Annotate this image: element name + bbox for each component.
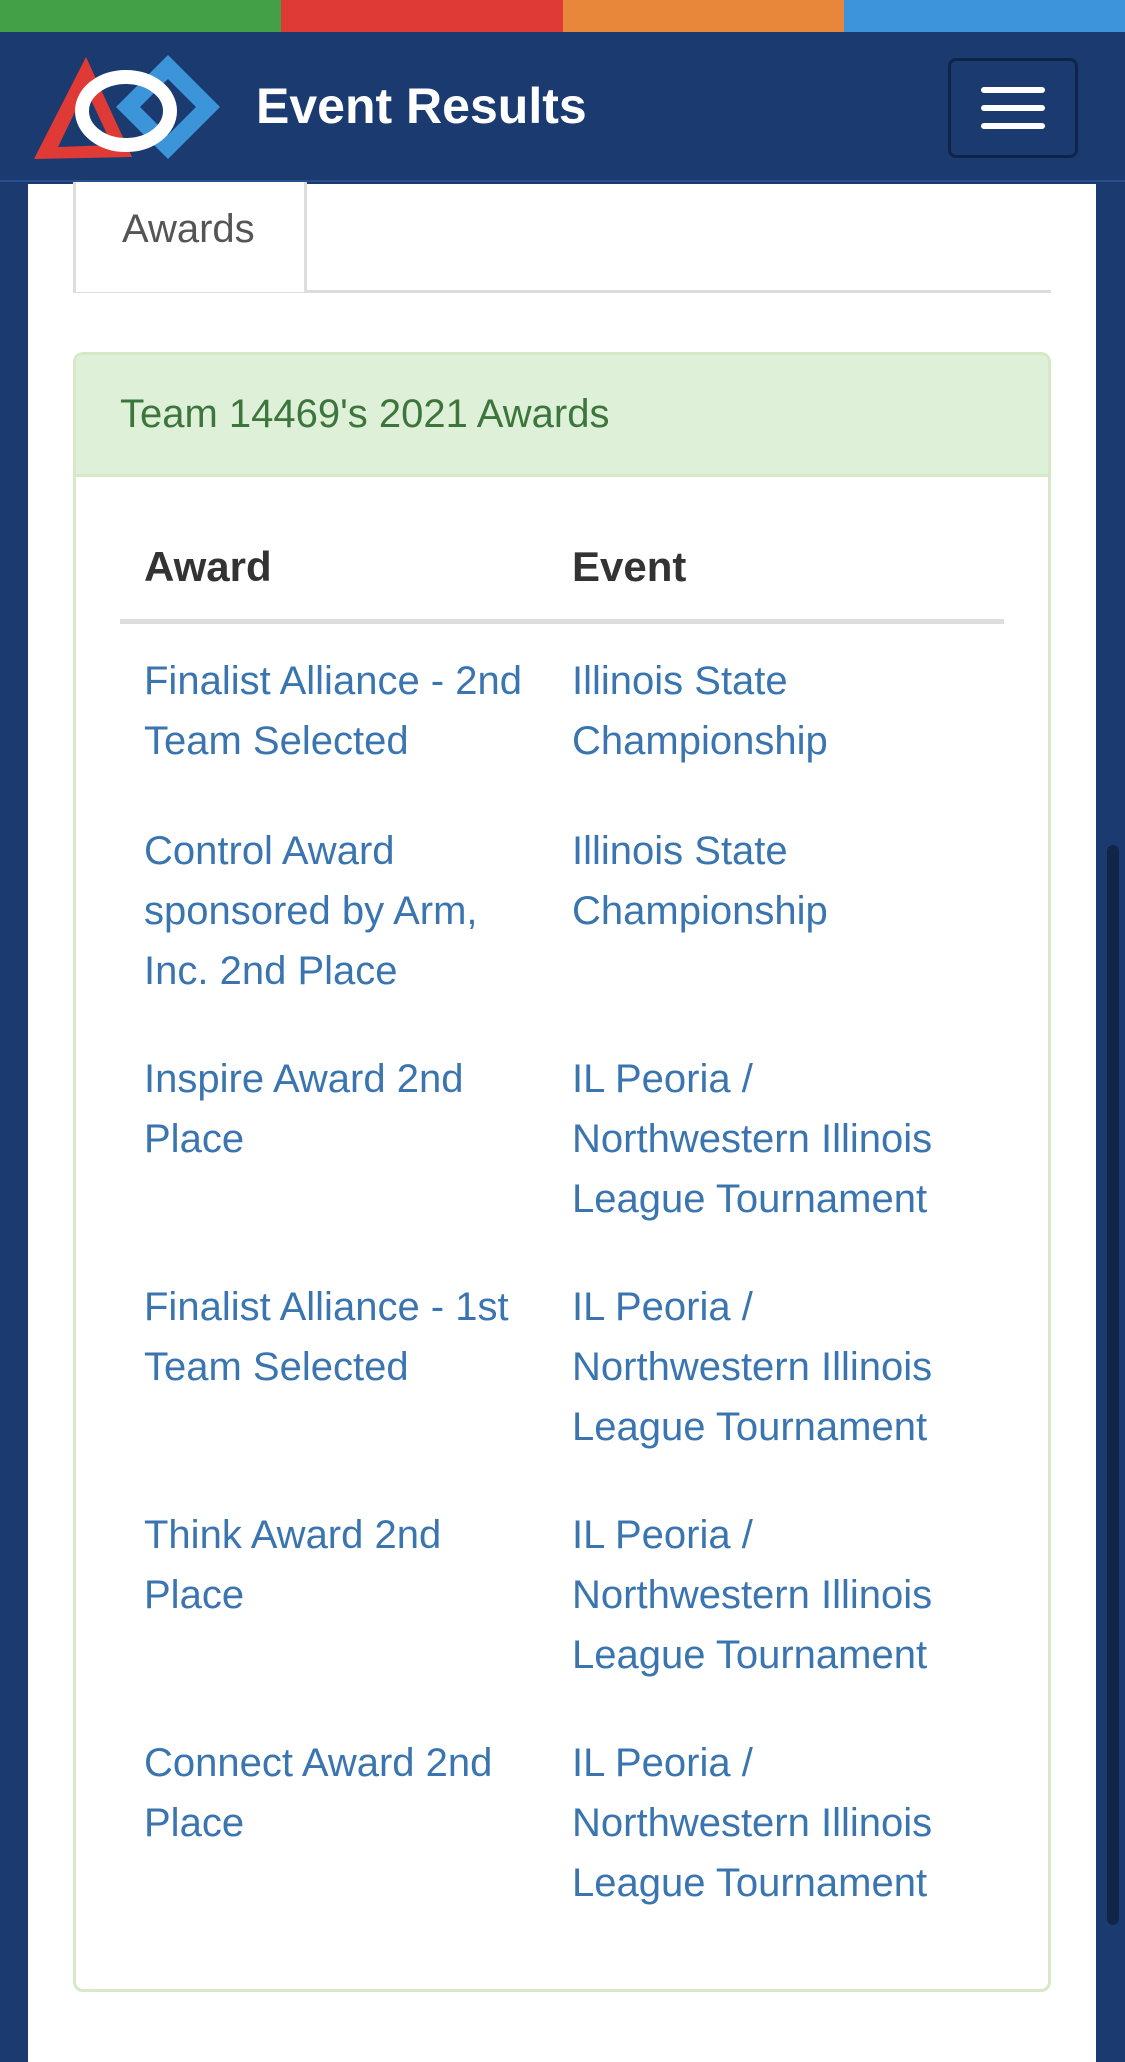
column-header-event: Event [572,543,687,590]
first-logo-icon[interactable] [28,49,224,165]
main-content: Awards Team 14469's 2021 Awards Award Ev… [28,182,1096,2062]
award-link[interactable]: Inspire Award 2nd Place [144,1049,544,1169]
tab-awards-label: Awards [122,207,255,251]
awards-panel: Team 14469's 2021 Awards Award Event Fin… [73,352,1051,1992]
column-header-award: Award [144,543,272,590]
event-link[interactable]: Illinois State Championship [572,651,992,771]
event-link[interactable]: IL Peoria / Northwestern Illinois League… [572,1733,992,1913]
navbar: Event Results [0,32,1125,182]
table-header-divider [120,619,1004,624]
tab-bar: Awards [73,182,1051,293]
event-link[interactable]: Illinois State Championship [572,821,992,941]
color-strip-red [281,0,563,32]
hamburger-menu-icon-bar-3 [981,123,1045,129]
hamburger-menu-icon [981,87,1045,93]
award-link[interactable]: Connect Award 2nd Place [144,1733,544,1853]
award-link[interactable]: Finalist Alliance - 1st Team Selected [144,1277,544,1397]
awards-panel-title: Team 14469's 2021 Awards [120,392,610,436]
brand-color-strip [0,0,1125,32]
tab-awards[interactable]: Awards [73,182,307,292]
awards-panel-heading: Team 14469's 2021 Awards [76,355,1048,477]
color-strip-orange [562,0,844,32]
color-strip-green [0,0,282,32]
award-link[interactable]: Think Award 2nd Place [144,1505,544,1625]
color-strip-blue [843,0,1125,32]
page-scrollbar[interactable] [1107,845,1119,1925]
event-link[interactable]: IL Peoria / Northwestern Illinois League… [572,1049,992,1229]
event-link[interactable]: IL Peoria / Northwestern Illinois League… [572,1505,992,1685]
award-link[interactable]: Finalist Alliance - 2nd Team Selected [144,651,544,771]
award-link[interactable]: Control Award sponsored by Arm, Inc. 2nd… [144,821,544,1001]
hamburger-menu-button[interactable] [948,58,1078,158]
navbar-title: Event Results [256,78,587,134]
hamburger-menu-icon-bar-2 [981,105,1045,111]
event-link[interactable]: IL Peoria / Northwestern Illinois League… [572,1277,992,1457]
